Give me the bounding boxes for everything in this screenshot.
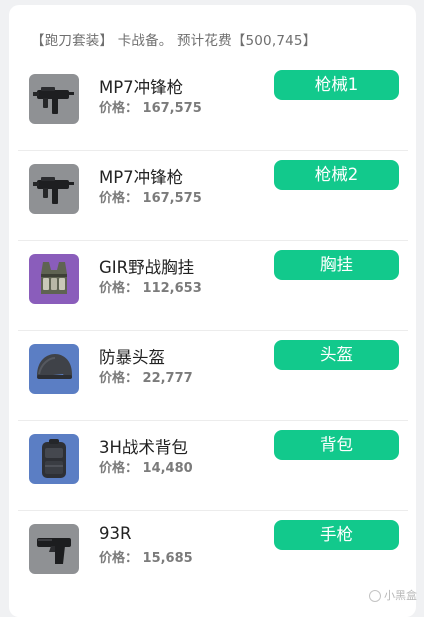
watermark: 小黑盒 xyxy=(369,587,417,603)
list-item: MP7冲锋枪 价格： 167,575 枪械1 xyxy=(18,60,408,151)
item-name: MP7冲锋枪 xyxy=(99,168,184,187)
item-name: 3H战术背包 xyxy=(99,438,188,457)
slot-button-gun2[interactable]: 枪械2 xyxy=(274,160,399,190)
slot-button-helmet[interactable]: 头盔 xyxy=(274,340,399,370)
list-item: 93R 价格： 15,685 手枪 xyxy=(18,510,408,600)
item-name: GIR野战胸挂 xyxy=(99,258,195,277)
list-item: MP7冲锋枪 价格： 167,575 枪械2 xyxy=(18,150,408,241)
slot-button-chest-rig[interactable]: 胸挂 xyxy=(274,250,399,280)
list-item: 防暴头盔 价格： 22,777 头盔 xyxy=(18,330,408,421)
slot-button-gun1[interactable]: 枪械1 xyxy=(274,70,399,100)
item-price: 价格： 167,575 xyxy=(99,101,202,116)
chest-rig-icon xyxy=(29,254,79,304)
loadout-card: 【跑刀套装】 卡战备。 预计花费【500,745】 MP7冲锋枪 价格： 167… xyxy=(9,5,416,617)
slot-button-backpack[interactable]: 背包 xyxy=(274,430,399,460)
item-price: 价格： 112,653 xyxy=(99,281,202,296)
item-price: 价格： 14,480 xyxy=(99,461,193,476)
loadout-summary: 【跑刀套装】 卡战备。 预计花费【500,745】 xyxy=(31,33,317,49)
list-item: 3H战术背包 价格： 14,480 背包 xyxy=(18,420,408,511)
list-item: GIR野战胸挂 价格： 112,653 胸挂 xyxy=(18,240,408,331)
smg-icon xyxy=(29,74,79,124)
item-name: 93R xyxy=(99,524,132,543)
backpack-icon xyxy=(29,434,79,484)
item-price: 价格： 167,575 xyxy=(99,191,202,206)
item-name: MP7冲锋枪 xyxy=(99,78,184,97)
pistol-icon xyxy=(29,524,79,574)
helmet-icon xyxy=(29,344,79,394)
watermark-text: 小黑盒 xyxy=(384,589,417,602)
watermark-logo-icon xyxy=(369,590,381,602)
item-price: 价格： 22,777 xyxy=(99,371,193,386)
slot-button-pistol[interactable]: 手枪 xyxy=(274,520,399,550)
smg-icon xyxy=(29,164,79,214)
item-name: 防暴头盔 xyxy=(99,348,165,367)
item-price: 价格： 15,685 xyxy=(99,551,193,566)
